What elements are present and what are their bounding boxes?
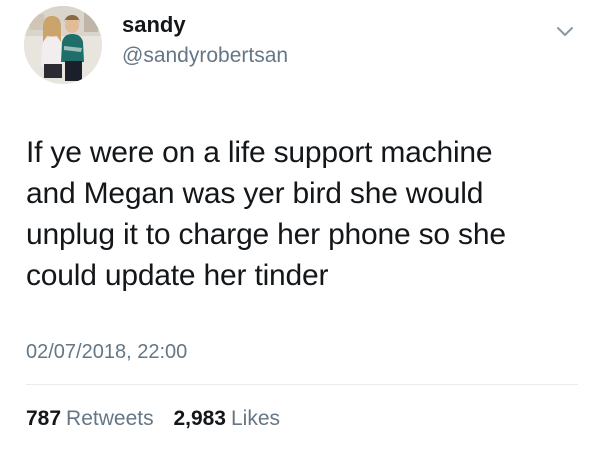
tweet-text: If ye were on a life support machine and… [26,132,586,296]
chevron-down-icon[interactable] [553,21,577,41]
display-name[interactable]: sandy [122,12,186,38]
tweet-card: sandy @sandyrobertsan If ye were on a li… [0,0,600,449]
likes-label: Likes [231,407,281,430]
tweet-text-line: unplug it to charge her phone so she [26,218,506,251]
likes-count: 2,983 [173,407,226,430]
tweet-text-line: If ye were on a life support machine [26,136,493,169]
user-handle[interactable]: @sandyrobertsan [122,44,288,68]
tweet-timestamp[interactable]: 02/07/2018, 22:00 [26,341,187,364]
retweets-count: 787 [26,407,62,430]
tweet-text-line: could update her tinder [26,259,329,292]
tweet-stats: 787 Retweets 2,983 Likes [26,407,294,431]
avatar[interactable] [24,6,102,84]
likes-stat[interactable]: 2,983 Likes [173,407,280,431]
avatar-photo [24,6,102,84]
retweets-label: Retweets [66,407,154,430]
tweet-text-line: and Megan was yer bird she would [26,177,484,210]
divider [26,384,578,385]
retweets-stat[interactable]: 787 Retweets [26,407,154,431]
